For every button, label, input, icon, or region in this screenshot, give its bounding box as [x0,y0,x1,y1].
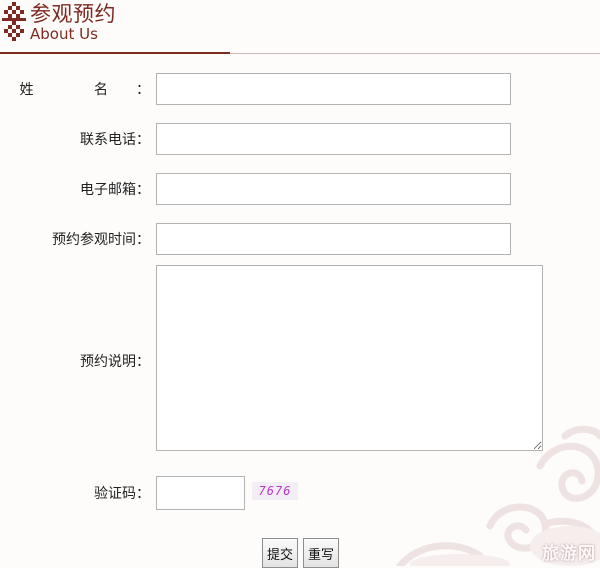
page-title: 参观预约 [30,2,116,26]
name-input[interactable] [156,73,511,105]
header-divider [0,52,230,54]
visit-time-input[interactable] [156,223,511,255]
captcha-input[interactable] [156,476,245,510]
captcha-label: 验证码： [94,486,150,502]
email-input[interactable] [156,173,511,205]
visit-time-label: 预约参观时间： [52,232,150,248]
ornamental-knot-icon [2,2,26,41]
description-label: 预约说明： [80,354,150,370]
description-textarea[interactable] [156,265,543,451]
header-divider-light [230,53,600,54]
email-label: 电子邮箱： [80,182,150,198]
phone-input[interactable] [156,123,511,155]
reset-button[interactable]: 重写 [303,538,339,568]
page-header: 参观预约 About Us [0,0,600,54]
captcha-image[interactable]: 7676 [252,482,298,500]
submit-button[interactable]: 提交 [262,538,298,568]
name-label: 姓 名： [19,82,150,98]
site-watermark: 旅游网 [542,544,596,564]
page-subtitle: About Us [30,25,98,43]
phone-label: 联系电话： [80,132,150,148]
